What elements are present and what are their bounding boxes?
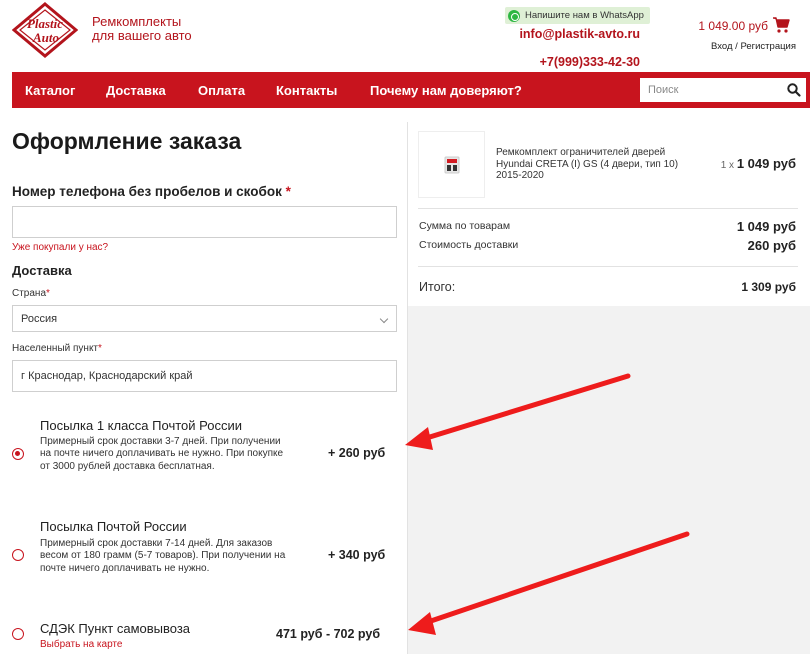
country-label: Страна* — [12, 288, 50, 299]
login-register-link[interactable]: Вход / Регистрация — [711, 41, 796, 52]
nav-item-payment[interactable]: Оплата — [198, 83, 245, 98]
delivery-option-price: + 260 руб — [328, 446, 386, 460]
delivery-option-title[interactable]: СДЭК Пункт самовывоза — [40, 621, 190, 636]
required-mark: * — [285, 184, 291, 199]
search-icon[interactable] — [782, 78, 806, 102]
phone-label-text: Номер телефона без пробелов и скобок — [12, 184, 282, 199]
phone-input[interactable] — [12, 206, 397, 238]
whatsapp-button[interactable]: Напишите нам в WhatsApp — [505, 7, 650, 24]
tagline-line-1: Ремкомплекты — [92, 14, 182, 29]
phone-field-label: Номер телефона без пробелов и скобок * — [12, 184, 291, 199]
city-label-text: Населенный пункт — [12, 343, 99, 354]
city-input[interactable]: г Краснодар, Краснодарский край — [12, 360, 397, 392]
required-mark: * — [98, 343, 102, 354]
whatsapp-icon — [508, 9, 520, 22]
summary-divider — [418, 266, 798, 267]
chevron-down-icon — [379, 314, 389, 324]
cart-icon[interactable] — [772, 16, 790, 34]
delivery-option-price: + 340 руб — [328, 548, 386, 562]
site-header: Plastic Auto Ремкомплекты для вашего авт… — [0, 0, 810, 72]
required-mark: * — [46, 288, 50, 299]
summary-panel-background — [408, 306, 810, 654]
tagline-line-2: для вашего авто — [92, 28, 192, 43]
product-price: 1 049 руб — [736, 156, 796, 171]
product-qty: 1 x — [720, 160, 735, 171]
plastic-auto-logo[interactable]: Plastic Auto — [12, 2, 78, 58]
country-select[interactable]: Россия — [12, 305, 397, 332]
delivery-radio-cdek-pickup[interactable] — [12, 628, 24, 640]
product-qty-price: 1 x 1 049 руб — [721, 156, 796, 171]
svg-text:Plastic: Plastic — [27, 16, 63, 31]
goods-sum-label: Сумма по товарам — [419, 220, 511, 232]
search-input[interactable]: Поиск — [640, 78, 782, 102]
choose-on-map-link[interactable]: Выбрать на карте — [40, 639, 122, 650]
site-tagline: Ремкомплекты для вашего авто — [92, 15, 192, 43]
delivery-option-title[interactable]: Посылка Почтой России — [40, 519, 187, 534]
main-nav: Каталог Доставка Оплата Контакты Почему … — [12, 72, 810, 108]
total-label: Итого: — [419, 280, 456, 294]
delivery-option-desc: Примерный срок доставки 3-7 дней. При по… — [40, 436, 284, 472]
already-bought-link[interactable]: Уже покупали у нас? — [12, 242, 108, 253]
svg-text:Auto: Auto — [32, 30, 60, 45]
contact-email[interactable]: info@plastik-avto.ru — [519, 27, 640, 41]
delivery-cost-label: Стоимость доставки — [419, 239, 519, 251]
whatsapp-label: Напишите нам в WhatsApp — [525, 10, 644, 21]
delivery-radio-post-first-class[interactable] — [12, 448, 24, 460]
delivery-option-price: 471 руб - 702 руб — [276, 627, 381, 641]
nav-item-catalog[interactable]: Каталог — [25, 83, 75, 98]
nav-item-contacts[interactable]: Контакты — [276, 83, 337, 98]
delivery-option-title[interactable]: Посылка 1 класса Почтой России — [40, 418, 242, 433]
delivery-radio-post-parcel[interactable] — [12, 549, 24, 561]
contact-phone[interactable]: +7(999)333-42-30 — [540, 55, 640, 69]
delivery-cost-value: 260 руб — [747, 238, 796, 253]
city-label: Населенный пункт* — [12, 343, 102, 354]
product-name[interactable]: Ремкомплект ограничителей дверей Hyundai… — [496, 147, 701, 182]
product-image — [444, 156, 460, 174]
country-value: Россия — [21, 312, 58, 325]
summary-divider — [418, 208, 798, 209]
delivery-heading: Доставка — [12, 263, 72, 278]
country-label-text: Страна — [12, 288, 47, 299]
nav-item-why-trust[interactable]: Почему нам доверяют? — [370, 83, 522, 98]
product-thumbnail[interactable] — [418, 131, 485, 198]
goods-sum-value: 1 049 руб — [736, 219, 796, 234]
total-value: 1 309 руб — [741, 280, 796, 294]
delivery-option-desc: Примерный срок доставки 7-14 дней. Для з… — [40, 538, 286, 574]
cart-total[interactable]: 1 049.00 руб — [698, 19, 768, 33]
page-title: Оформление заказа — [12, 128, 242, 154]
nav-item-delivery[interactable]: Доставка — [106, 83, 166, 98]
